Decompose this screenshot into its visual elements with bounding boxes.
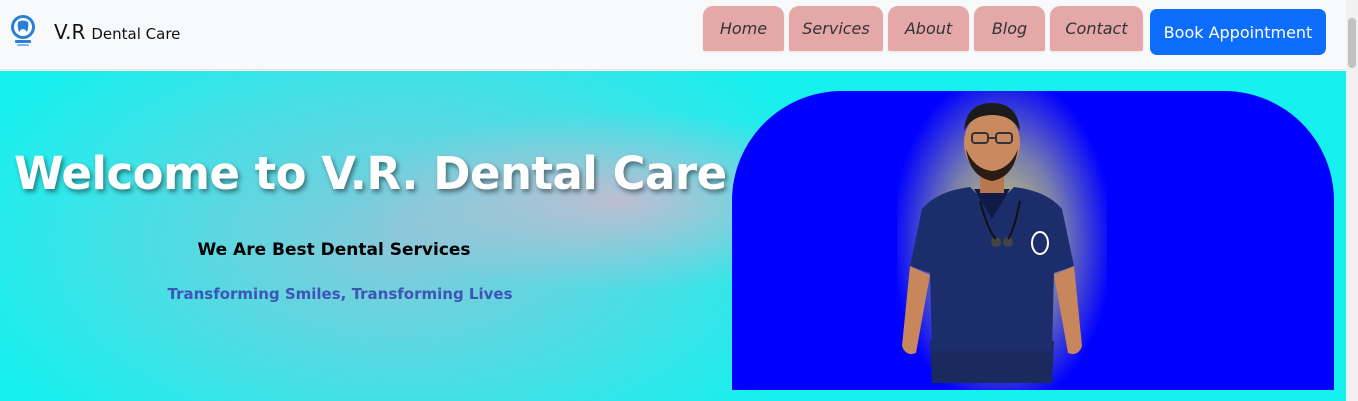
brand-subtitle: Dental Care xyxy=(91,25,181,43)
doctor-photo xyxy=(732,91,1334,390)
brand-link[interactable]: V.R Dental Care xyxy=(8,12,180,52)
nav-blog[interactable]: Blog xyxy=(974,6,1045,51)
hero-title: Welcome to V.R. Dental Care xyxy=(14,147,727,200)
nav-links: Home Services About Blog Contact xyxy=(703,6,1148,51)
nav-services[interactable]: Services xyxy=(789,6,883,51)
book-appointment-button[interactable]: Book Appointment xyxy=(1150,9,1326,55)
hero-section: Welcome to V.R. Dental Care We Are Best … xyxy=(0,71,1346,401)
hero-tagline: Transforming Smiles, Transforming Lives xyxy=(167,285,513,303)
hero-subtitle: We Are Best Dental Services xyxy=(197,240,471,260)
tooth-logo-icon xyxy=(8,13,38,51)
doctor-figure xyxy=(902,103,1082,383)
nav-home[interactable]: Home xyxy=(703,6,784,51)
brand-name: V.R xyxy=(54,20,86,44)
navbar: V.R Dental Care Home Services About Blog… xyxy=(0,0,1346,70)
nav-contact[interactable]: Contact xyxy=(1050,6,1143,51)
nav-about[interactable]: About xyxy=(888,6,969,51)
scrollbar-thumb[interactable] xyxy=(1348,18,1356,68)
scrollbar[interactable] xyxy=(1346,0,1358,401)
